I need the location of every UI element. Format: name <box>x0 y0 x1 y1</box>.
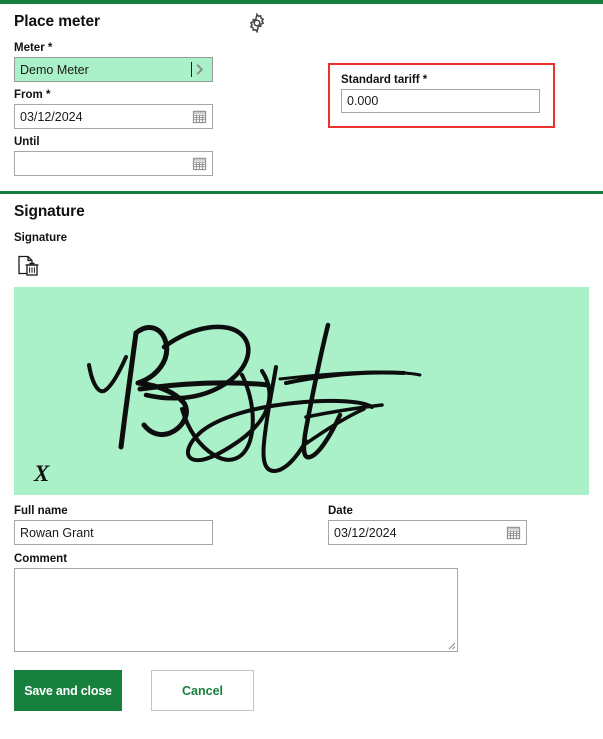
resize-handle[interactable] <box>444 638 456 650</box>
meter-value: Demo Meter <box>20 62 89 77</box>
meter-form-columns: Meter * Demo Meter From * 03/12/2024 Unt… <box>14 42 589 183</box>
from-label: From * <box>14 89 51 101</box>
page-title: Place meter <box>14 13 100 30</box>
save-and-close-button[interactable]: Save and close <box>14 670 122 711</box>
full-name-input[interactable]: Rowan Grant <box>14 520 213 545</box>
signature-section: Signature Signature X Full name Rowan Gr… <box>0 203 603 711</box>
signature-field-label: Signature <box>14 232 68 244</box>
signature-canvas[interactable]: X <box>14 287 589 495</box>
calendar-icon[interactable] <box>506 525 521 540</box>
action-buttons: Save and close Cancel <box>14 670 589 711</box>
meter-field-group: Meter * Demo Meter <box>14 42 227 82</box>
date-input[interactable]: 03/12/2024 <box>328 520 527 545</box>
tariff-input[interactable]: 0.000 <box>341 89 540 113</box>
place-meter-section: Place meter Meter * Demo Meter From * 03… <box>0 4 603 183</box>
section-divider <box>0 191 603 194</box>
gear-icon[interactable] <box>246 12 268 34</box>
meter-input[interactable]: Demo Meter <box>14 57 213 82</box>
comment-label: Comment <box>14 553 68 565</box>
meter-form-right-column: Standard tariff * 0.000 <box>328 63 555 128</box>
meter-form-left-column: Meter * Demo Meter From * 03/12/2024 Unt… <box>14 42 227 183</box>
until-label: Until <box>14 136 40 148</box>
from-field-group: From * 03/12/2024 <box>14 89 227 129</box>
signature-detail-columns: Full name Rowan Grant Date 03/12/2024 <box>14 505 589 545</box>
tariff-value: 0.000 <box>347 94 379 108</box>
date-value: 03/12/2024 <box>334 525 397 540</box>
signature-drawing <box>87 322 422 473</box>
until-date-input[interactable] <box>14 151 213 176</box>
full-name-field-group: Full name Rowan Grant <box>14 505 227 545</box>
full-name-value: Rowan Grant <box>20 525 94 540</box>
comment-textarea[interactable] <box>14 568 458 652</box>
meter-label: Meter * <box>14 42 53 54</box>
full-name-label: Full name <box>14 505 68 517</box>
signature-section-title: Signature <box>14 203 85 220</box>
document-delete-icon[interactable] <box>16 253 42 279</box>
calendar-icon[interactable] <box>192 156 207 171</box>
tariff-label: Standard tariff * <box>341 74 428 86</box>
calendar-icon[interactable] <box>192 109 207 124</box>
date-label: Date <box>328 505 353 517</box>
until-field-group: Until <box>14 136 227 176</box>
tariff-validation-container: Standard tariff * 0.000 <box>328 63 555 128</box>
from-value: 03/12/2024 <box>20 109 83 124</box>
panel-header: Place meter <box>14 4 589 42</box>
signature-x-marker: X <box>34 461 50 486</box>
date-field-group: Date 03/12/2024 <box>328 505 527 545</box>
cancel-button[interactable]: Cancel <box>151 670 254 711</box>
from-date-input[interactable]: 03/12/2024 <box>14 104 213 129</box>
chevron-right-icon[interactable] <box>192 62 207 77</box>
